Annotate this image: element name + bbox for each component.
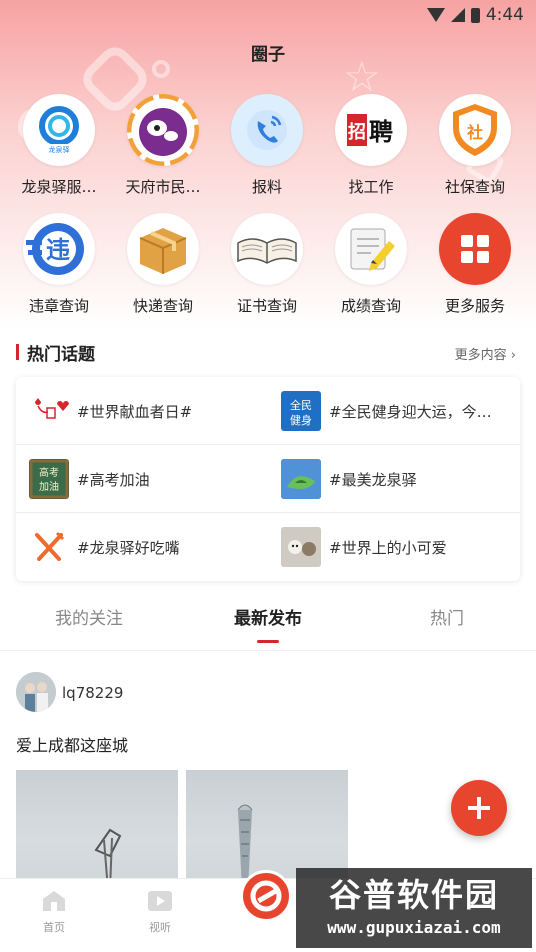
blood-donation-icon	[29, 391, 69, 431]
tab-latest[interactable]: 最新发布	[179, 604, 357, 629]
svg-text:龙泉驿: 龙泉驿	[49, 145, 70, 154]
watermark-box: 谷普软件园 www.gupuxiazai.com	[296, 868, 532, 948]
topic-row: #世界献血者日# 全民 健身 #全民健身迎大运，今…	[16, 377, 520, 445]
fitness-badge-icon: 全民 健身	[281, 391, 321, 431]
status-bar: 4:44	[0, 0, 536, 30]
topic-item[interactable]: 高考 加油 #高考加油	[16, 445, 268, 513]
service-label: 报料	[251, 178, 282, 196]
nav-video[interactable]: 视听	[120, 889, 200, 935]
service-label: 社保查询	[444, 178, 505, 196]
landscape-icon	[281, 459, 321, 499]
svg-text:健身: 健身	[290, 413, 312, 427]
svg-text:聘: 聘	[369, 118, 393, 146]
service-label: 违章查询	[28, 297, 89, 315]
home-icon	[43, 891, 65, 911]
nav-home-label: 首页	[43, 921, 65, 934]
more-content-label: 更多内容	[454, 348, 507, 363]
topic-text: #世界献血者日#	[77, 402, 193, 421]
signal-icon	[450, 8, 465, 22]
hot-topics-title: 热门话题	[27, 345, 95, 365]
post-photo[interactable]	[16, 770, 178, 890]
create-post-button[interactable]	[451, 780, 507, 836]
service-label: 天府市民…	[125, 178, 201, 196]
feed-tabs: 我的关注 最新发布 热门	[0, 598, 536, 646]
more-content-link[interactable]: 更多内容 ›	[455, 344, 516, 363]
divider	[0, 650, 536, 651]
hot-topics-card: #世界献血者日# 全民 健身 #全民健身迎大运，今… 高考 加油 #高考加油 #最美…	[16, 377, 520, 581]
service-longquanyi[interactable]: 龙泉驿 龙泉驿服…	[8, 92, 108, 202]
topic-item[interactable]: #最美龙泉驿	[268, 445, 520, 513]
service-violation[interactable]: 违 违章查询	[8, 211, 108, 321]
watermark: 谷普软件园 www.gupuxiazai.com	[238, 866, 536, 952]
tab-following[interactable]: 我的关注	[0, 604, 178, 629]
svg-text:社: 社	[466, 123, 483, 142]
page-title: 圈子	[251, 45, 285, 65]
svg-text:高考: 高考	[39, 466, 59, 479]
service-label: 龙泉驿服…	[21, 178, 97, 196]
status-time: 4:44	[485, 5, 524, 25]
service-label: 找工作	[348, 178, 394, 196]
nav-home[interactable]: 首页	[14, 889, 94, 935]
svg-text:全民: 全民	[290, 398, 312, 412]
topic-text: #全民健身迎大运，今…	[329, 402, 492, 421]
topic-text: #最美龙泉驿	[329, 470, 417, 489]
svg-text:招: 招	[348, 121, 366, 143]
watermark-url: www.gupuxiazai.com	[327, 918, 501, 937]
grid-more-icon	[439, 213, 511, 285]
longquanyi-logo-icon: 龙泉驿	[23, 94, 95, 166]
hot-topics-header: 热门话题 更多内容 ›	[0, 338, 536, 368]
tianfu-citizen-icon	[127, 94, 199, 166]
watermark-logo-icon	[240, 870, 292, 922]
service-label: 更多服务	[444, 297, 505, 315]
service-label: 证书查询	[236, 297, 297, 315]
active-tab-indicator	[257, 640, 279, 643]
watermark-title: 谷普软件园	[328, 876, 499, 914]
svg-text:违: 违	[46, 236, 70, 264]
service-row: 龙泉驿 龙泉驿服… 天府市民… 报料 招聘 找工作 社 社保查询	[0, 92, 536, 202]
exam-chalkboard-icon: 高考 加油	[29, 459, 69, 499]
tab-hot[interactable]: 热门	[358, 604, 536, 629]
topic-row: #龙泉驿好吃嘴 #世界上的小可爱	[16, 513, 520, 581]
open-book-icon	[231, 213, 303, 285]
phone-report-icon	[231, 94, 303, 166]
topic-item[interactable]: #龙泉驿好吃嘴	[16, 513, 268, 581]
topic-item[interactable]: 全民 健身 #全民健身迎大运，今…	[268, 377, 520, 445]
social-security-shield-icon: 社	[439, 94, 511, 166]
post-text: 爱上成都这座城	[16, 736, 129, 755]
topic-text: #世界上的小可爱	[329, 538, 447, 557]
service-row: 违 违章查询 快递查询 证书查询 成绩查询 更多服务	[0, 211, 536, 321]
service-social-security[interactable]: 社 社保查询	[424, 92, 524, 202]
service-express[interactable]: 快递查询	[112, 211, 212, 321]
parcel-box-icon	[127, 213, 199, 285]
service-certificate[interactable]: 证书查询	[216, 211, 316, 321]
svg-text:加油: 加油	[39, 480, 59, 493]
service-report[interactable]: 报料	[216, 92, 316, 202]
service-find-job[interactable]: 招聘 找工作	[320, 92, 420, 202]
topic-text: #龙泉驿好吃嘴	[77, 538, 180, 557]
service-more[interactable]: 更多服务	[424, 211, 524, 321]
wifi-icon	[426, 8, 445, 22]
plus-icon	[468, 797, 490, 819]
job-recruit-icon: 招聘	[335, 94, 407, 166]
section-accent-bar	[16, 344, 19, 360]
battery-icon	[470, 7, 480, 23]
traffic-violation-icon: 违	[23, 213, 95, 285]
topic-row: 高考 加油 #高考加油 #最美龙泉驿	[16, 445, 520, 513]
service-label: 快递查询	[132, 297, 193, 315]
fork-knife-icon	[29, 527, 69, 567]
avatar[interactable]	[16, 672, 56, 712]
service-tianfu-citizen[interactable]: 天府市民…	[112, 92, 212, 202]
cute-pet-icon	[281, 527, 321, 567]
nav-video-label: 视听	[149, 921, 171, 934]
topic-item[interactable]: #世界上的小可爱	[268, 513, 520, 581]
topic-text: #高考加油	[77, 470, 150, 489]
topic-item[interactable]: #世界献血者日#	[16, 377, 268, 445]
post-username[interactable]: lq78229	[62, 684, 123, 702]
service-label: 成绩查询	[340, 297, 401, 315]
video-play-icon	[148, 891, 172, 911]
chevron-right-icon: ›	[510, 348, 516, 363]
service-score[interactable]: 成绩查询	[320, 211, 420, 321]
notepad-pen-icon	[335, 213, 407, 285]
